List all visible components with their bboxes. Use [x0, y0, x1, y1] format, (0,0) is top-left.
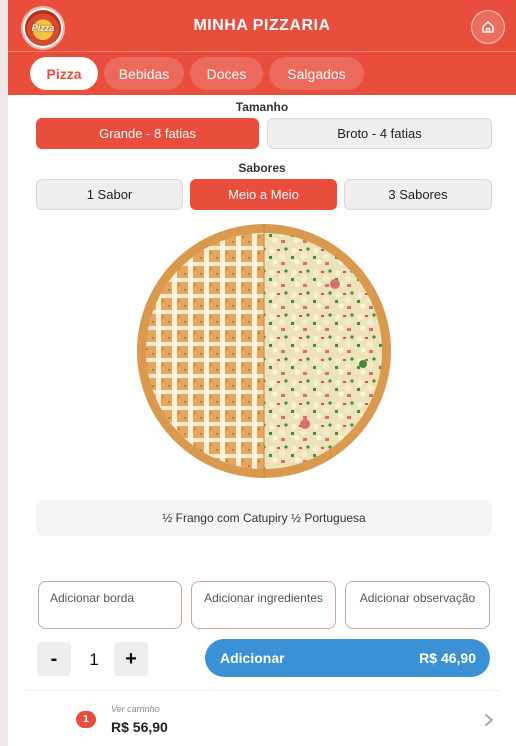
- size-option-grande[interactable]: Grande - 8 fatias: [36, 118, 259, 149]
- app-header: Pizza MINHA PIZZARIA: [8, 0, 516, 52]
- size-section-label: Tamanho: [235, 100, 289, 114]
- quantity-value: 1: [89, 650, 99, 669]
- flavor-option-meio-a-meio[interactable]: Meio a Meio: [190, 179, 337, 210]
- cart-bar[interactable]: 1 Ver carrinho R$ 56,90: [26, 690, 500, 746]
- home-button[interactable]: [471, 10, 505, 44]
- home-icon: [482, 21, 494, 33]
- add-border-button[interactable]: Adicionar borda: [38, 581, 182, 629]
- add-to-cart-label: Adicionar: [220, 650, 285, 666]
- tab-doces[interactable]: Doces: [190, 57, 263, 90]
- chevron-right-icon: [485, 714, 493, 726]
- tab-salgados[interactable]: Salgados: [269, 57, 364, 90]
- add-to-cart-price: R$ 46,90: [419, 650, 476, 666]
- cart-total: R$ 56,90: [111, 719, 168, 735]
- cart-label: Ver carrinho: [111, 704, 160, 714]
- add-ingredients-button[interactable]: Adicionar ingredientes: [191, 581, 336, 629]
- pizza-image: [135, 224, 393, 478]
- page-margin: [0, 0, 8, 746]
- page-title: MINHA PIZZARIA: [193, 17, 331, 34]
- tab-pizza[interactable]: Pizza: [30, 57, 98, 90]
- flavors-section-label: Sabores: [238, 161, 286, 175]
- flavor-option-1-sabor[interactable]: 1 Sabor: [36, 179, 183, 210]
- tab-bebidas[interactable]: Bebidas: [104, 57, 184, 90]
- add-to-cart-button[interactable]: Adicionar R$ 46,90: [205, 639, 490, 677]
- category-tabs: Pizza Bebidas Doces Salgados: [8, 52, 516, 95]
- increase-quantity-button[interactable]: +: [114, 642, 148, 676]
- app-container: Pizza MINHA PIZZARIA Pizza Bebidas Doces…: [8, 0, 516, 746]
- cart-count-badge: 1: [76, 711, 96, 728]
- decrease-quantity-button[interactable]: -: [37, 642, 71, 676]
- flavor-description: ½ Frango com Catupiry ½ Portuguesa: [36, 500, 492, 536]
- add-note-button[interactable]: Adicionar observação: [345, 581, 490, 629]
- flavor-option-3-sabores[interactable]: 3 Sabores: [344, 179, 492, 210]
- size-option-broto[interactable]: Broto - 4 fatias: [267, 118, 492, 149]
